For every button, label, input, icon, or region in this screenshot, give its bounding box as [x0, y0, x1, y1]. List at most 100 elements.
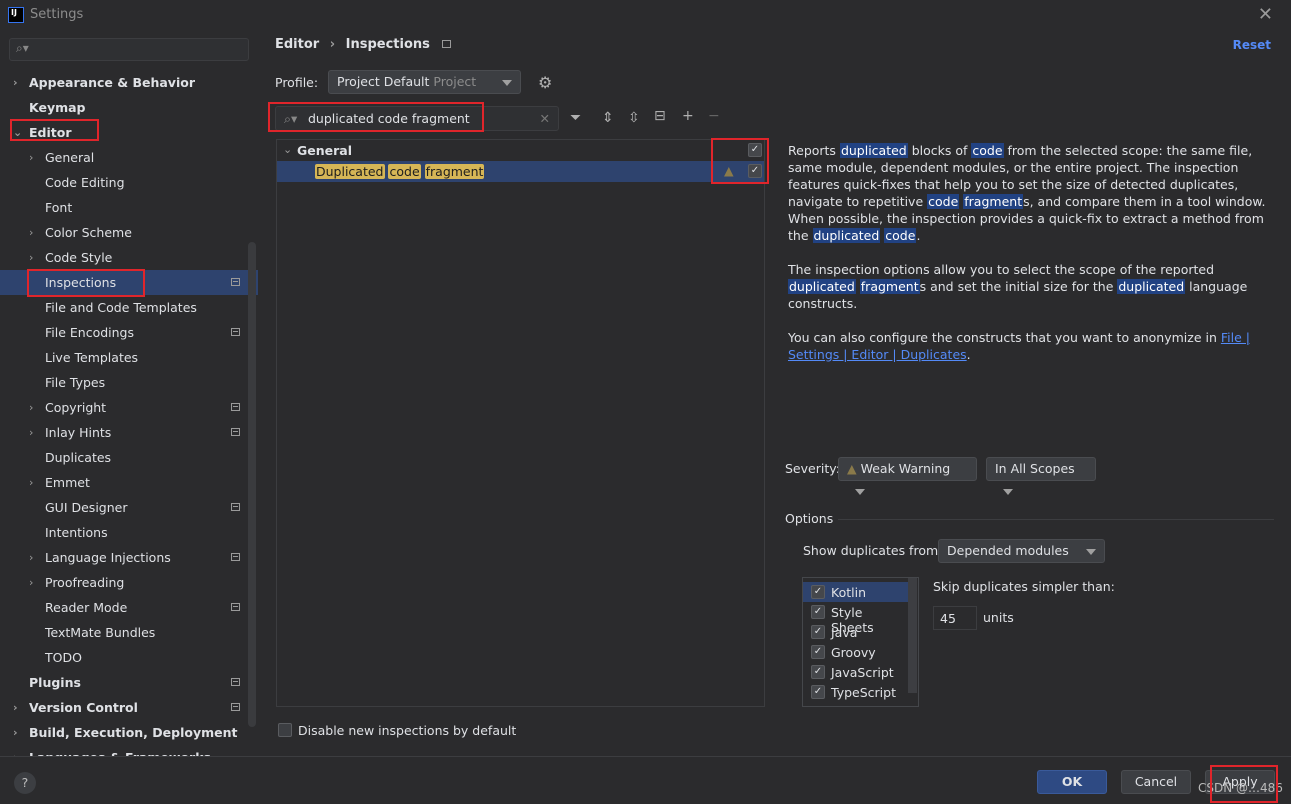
sidebar-item[interactable]: Font	[0, 195, 258, 220]
chevron-right-icon[interactable]: ›	[29, 470, 33, 495]
project-level-icon	[231, 503, 240, 511]
sidebar-item[interactable]: › Appearance & Behavior	[0, 70, 258, 95]
sidebar-item[interactable]: File Encodings	[0, 320, 258, 345]
chevron-down-icon	[502, 80, 512, 86]
sidebar-item[interactable]: › Code Style	[0, 245, 258, 270]
chevron-right-icon[interactable]: ›	[29, 145, 33, 170]
sidebar-item[interactable]: › Build, Execution, Deployment	[0, 720, 258, 745]
expand-all-icon[interactable]: ⇕	[602, 110, 614, 126]
sidebar-item[interactable]: Reader Mode	[0, 595, 258, 620]
match-highlight: fragment	[859, 279, 920, 294]
match-highlight: duplicated	[839, 143, 908, 158]
reset-link[interactable]: Reset	[1233, 38, 1271, 52]
text: You can also configure the constructs th…	[788, 330, 1221, 345]
sidebar-item[interactable]: › Language Injections	[0, 545, 258, 570]
cancel-button[interactable]: Cancel	[1121, 770, 1191, 794]
chevron-right-icon[interactable]: ›	[13, 720, 18, 745]
chevron-right-icon[interactable]: ›	[13, 70, 18, 95]
chevron-right-icon[interactable]: ›	[29, 220, 33, 245]
skip-size-input[interactable]: 45	[933, 606, 977, 630]
highlight: fragment	[424, 164, 485, 179]
disable-new-checkbox[interactable]	[278, 723, 292, 737]
text: The inspection options allow you to sele…	[788, 262, 1215, 277]
severity-value: Weak Warning	[860, 461, 951, 476]
remove-icon[interactable]: −	[708, 108, 720, 124]
sidebar-item[interactable]: Live Templates	[0, 345, 258, 370]
severity-dropdown[interactable]: ▲ Weak Warning	[838, 457, 977, 495]
profile-dropdown[interactable]: Project Default Project	[328, 70, 521, 94]
sidebar-item-label: Intentions	[45, 525, 108, 540]
inspection-description: Reports duplicated blocks of code from t…	[788, 142, 1272, 380]
sidebar-item[interactable]: TODO	[0, 645, 258, 670]
filter-icon[interactable]: ⏷	[570, 110, 581, 126]
language-item[interactable]: ✓ Java	[803, 622, 908, 642]
app-logo: IJ	[8, 7, 24, 23]
chevron-right-icon[interactable]: ›	[29, 245, 33, 270]
language-item[interactable]: ✓ JavaScript	[803, 662, 908, 682]
sidebar-item-label: File and Code Templates	[45, 300, 197, 315]
language-item[interactable]: ✓ TypeScript	[803, 682, 908, 702]
chevron-right-icon[interactable]: ›	[29, 420, 33, 445]
clear-icon[interactable]: ✕	[540, 111, 550, 126]
list-scrollbar[interactable]	[908, 578, 917, 693]
item-label: Duplicated code fragment	[315, 164, 485, 179]
description-paragraph: Reports duplicated blocks of code from t…	[788, 142, 1272, 244]
sidebar-item-label: TextMate Bundles	[45, 625, 156, 640]
close-icon[interactable]: ✕	[1258, 4, 1273, 25]
sidebar-item[interactable]: Code Editing	[0, 170, 258, 195]
chevron-right-icon[interactable]: ›	[13, 745, 18, 756]
language-checkbox[interactable]: ✓	[811, 585, 825, 599]
language-checkbox[interactable]: ✓	[811, 685, 825, 699]
language-item[interactable]: ✓ Groovy	[803, 642, 908, 662]
chevron-right-icon[interactable]: ›	[29, 545, 33, 570]
settings-search-input[interactable]: ⌕▾	[9, 38, 249, 61]
sidebar-item[interactable]: › Languages & Frameworks	[0, 745, 258, 756]
help-button[interactable]: ?	[14, 772, 36, 794]
sidebar-item[interactable]: TextMate Bundles	[0, 620, 258, 645]
tree-group-general[interactable]: ⌄ General ✓	[277, 140, 764, 161]
language-checkbox[interactable]: ✓	[811, 625, 825, 639]
collapse-all-icon[interactable]: ⇳	[628, 110, 640, 126]
language-checkbox[interactable]: ✓	[811, 665, 825, 679]
scope-dropdown[interactable]: In All Scopes	[986, 457, 1096, 495]
show-from-dropdown[interactable]: Depended modules	[938, 539, 1105, 563]
chevron-right-icon[interactable]: ›	[13, 695, 18, 720]
chevron-right-icon[interactable]: ›	[29, 395, 33, 420]
sidebar-scrollbar[interactable]	[248, 242, 256, 727]
sidebar-item[interactable]: Duplicates	[0, 445, 258, 470]
breadcrumb-editor[interactable]: Editor	[275, 37, 319, 52]
sidebar-item[interactable]: › Inlay Hints	[0, 420, 258, 445]
sidebar-item[interactable]: › General	[0, 145, 258, 170]
chevron-down-icon: ⌄	[283, 143, 293, 156]
language-item[interactable]: ✓ Kotlin	[803, 582, 908, 602]
sidebar-item[interactable]: › Emmet	[0, 470, 258, 495]
reset-to-default-icon[interactable]: ⊟	[654, 108, 666, 124]
add-icon[interactable]: +	[682, 108, 694, 124]
sidebar-item[interactable]: › Version Control	[0, 695, 258, 720]
sidebar-item[interactable]: File and Code Templates	[0, 295, 258, 320]
sidebar-item[interactable]: File Types	[0, 370, 258, 395]
ok-button[interactable]: OK	[1037, 770, 1107, 794]
chevron-right-icon[interactable]: ›	[29, 570, 33, 595]
tree-item-duplicated-code-fragment[interactable]: Duplicated code fragment ▲ ✓	[277, 161, 764, 182]
sidebar-item[interactable]: GUI Designer	[0, 495, 258, 520]
annotation-box	[10, 119, 99, 141]
sidebar-item[interactable]: Plugins	[0, 670, 258, 695]
profile-scope: Project	[433, 74, 477, 89]
text: s and set the initial size for the	[919, 279, 1118, 294]
sidebar-item[interactable]: › Color Scheme	[0, 220, 258, 245]
scope-value: In All Scopes	[995, 461, 1075, 476]
sidebar-item-label: Keymap	[29, 100, 86, 115]
sidebar-item[interactable]: › Copyright	[0, 395, 258, 420]
gear-icon[interactable]: ⚙	[538, 73, 552, 92]
sidebar-item-label: Appearance & Behavior	[29, 75, 195, 90]
language-checkbox[interactable]: ✓	[811, 645, 825, 659]
options-divider	[838, 519, 1274, 520]
language-item[interactable]: ✓ Style Sheets	[803, 602, 908, 635]
sidebar-item[interactable]: › Proofreading	[0, 570, 258, 595]
project-level-icon	[231, 428, 240, 436]
sidebar-item[interactable]: Keymap	[0, 95, 258, 120]
language-checkbox[interactable]: ✓	[811, 605, 825, 619]
sidebar-item[interactable]: Intentions	[0, 520, 258, 545]
annotation-box	[27, 269, 145, 297]
